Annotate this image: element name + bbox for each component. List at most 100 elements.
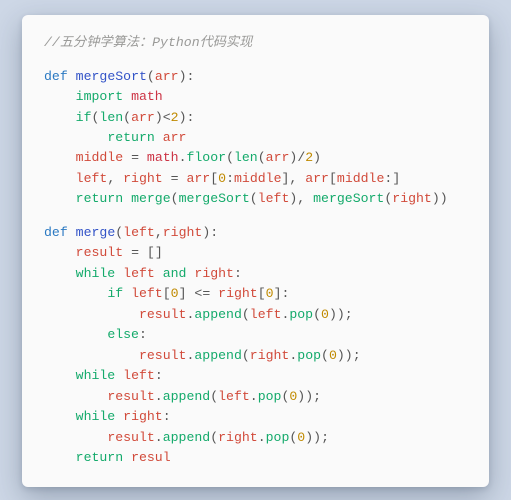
- id-right: right: [194, 266, 234, 281]
- punct-close: ): [337, 348, 345, 363]
- punct-close: ): [305, 430, 313, 445]
- punct-rbr: ]: [274, 286, 282, 301]
- op-eq: =: [131, 150, 139, 165]
- punct-lbr: [: [210, 171, 218, 186]
- id-right: right: [163, 225, 203, 240]
- punct-semi: ;: [353, 348, 361, 363]
- punct-colon: :: [210, 225, 218, 240]
- kw-if: if: [107, 286, 123, 301]
- code-card: //五分钟学算法：Python代码实现 def mergeSort(arr): …: [22, 15, 489, 487]
- id-arr: arr: [163, 130, 187, 145]
- punct-comma: ,: [297, 191, 313, 206]
- num-0: 0: [218, 171, 226, 186]
- punct-close: ): [440, 191, 448, 206]
- punct-lbr: [: [258, 286, 266, 301]
- id-result: result: [107, 389, 154, 404]
- punct-dot: .: [258, 430, 266, 445]
- id-left: left: [123, 225, 155, 240]
- id-left: left: [218, 389, 250, 404]
- num-0: 0: [171, 286, 179, 301]
- fn-mergesort: mergeSort: [313, 191, 384, 206]
- punct-close: ): [337, 307, 345, 322]
- num-0: 0: [321, 307, 329, 322]
- kw-return: return: [107, 130, 154, 145]
- punct-colon: :: [155, 368, 163, 383]
- op-eq: =: [131, 245, 139, 260]
- punct-close: ): [179, 69, 187, 84]
- kw-while: while: [76, 368, 116, 383]
- punct-close: ): [313, 430, 321, 445]
- punct-open: (: [226, 150, 234, 165]
- fn-pop: pop: [266, 430, 290, 445]
- id-left: left: [131, 286, 163, 301]
- id-right: right: [250, 348, 290, 363]
- fn-pop: pop: [289, 307, 313, 322]
- punct-colon: :: [282, 286, 290, 301]
- fn-append: append: [163, 389, 210, 404]
- op-eq: =: [171, 171, 179, 186]
- id-arr: arr: [266, 150, 290, 165]
- id-arr: arr: [131, 110, 155, 125]
- fn-pop: pop: [258, 389, 282, 404]
- kw-import: import: [76, 89, 123, 104]
- punct-close: ): [329, 307, 337, 322]
- punct-open: (: [258, 150, 266, 165]
- id-left: left: [250, 307, 282, 322]
- num-0: 0: [329, 348, 337, 363]
- punct-open: (: [242, 307, 250, 322]
- punct-close: ): [345, 348, 353, 363]
- mod-math: math: [131, 89, 163, 104]
- punct-semi: ;: [321, 430, 329, 445]
- id-right: right: [218, 286, 258, 301]
- id-left: left: [123, 266, 155, 281]
- id-right: right: [123, 409, 163, 424]
- code-comment: //五分钟学算法：Python代码实现: [44, 35, 252, 50]
- punct-open: (: [115, 225, 123, 240]
- punct-lbr: [: [329, 171, 337, 186]
- op-lte: <=: [194, 286, 210, 301]
- punct-open: (: [242, 348, 250, 363]
- id-middle: middle: [337, 171, 384, 186]
- id-right: right: [392, 191, 432, 206]
- punct-open: (: [123, 110, 131, 125]
- kw-return: return: [76, 450, 123, 465]
- punct-close: ): [155, 110, 163, 125]
- kw-and: and: [163, 266, 187, 281]
- kw-while: while: [76, 266, 116, 281]
- id-left: left: [76, 171, 108, 186]
- punct-semi: ;: [313, 389, 321, 404]
- num-2: 2: [305, 150, 313, 165]
- id-arr: arr: [305, 171, 329, 186]
- id-right: right: [123, 171, 163, 186]
- fn-mergesort: mergeSort: [179, 191, 250, 206]
- punct-rbr: ]: [392, 171, 400, 186]
- op-lt: <: [163, 110, 171, 125]
- id-result: result: [107, 430, 154, 445]
- punct-open: (: [171, 191, 179, 206]
- num-2: 2: [171, 110, 179, 125]
- punct-close: ): [305, 389, 313, 404]
- punct-colon: :: [187, 69, 195, 84]
- id-resul: resul: [131, 450, 171, 465]
- fn-len: len: [99, 110, 123, 125]
- punct-dot: .: [155, 430, 163, 445]
- punct-dot: .: [250, 389, 258, 404]
- punct-colon: :: [187, 110, 195, 125]
- punct-colon: :: [163, 409, 171, 424]
- fn-merge: merge: [131, 191, 171, 206]
- fn-mergesort: mergeSort: [76, 69, 147, 84]
- blank-line: [44, 210, 471, 223]
- punct-dot: .: [155, 389, 163, 404]
- punct-close: ): [432, 191, 440, 206]
- id-arr: arr: [186, 171, 210, 186]
- punct-semi: ;: [345, 307, 353, 322]
- fn-append: append: [163, 430, 210, 445]
- id-middle: middle: [76, 150, 123, 165]
- kw-return: return: [76, 191, 123, 206]
- fn-merge: merge: [76, 225, 116, 240]
- punct-open: (: [321, 348, 329, 363]
- id-left: left: [123, 368, 155, 383]
- punct-comma: ,: [107, 171, 123, 186]
- fn-floor: floor: [186, 150, 226, 165]
- kw-else: else: [107, 327, 139, 342]
